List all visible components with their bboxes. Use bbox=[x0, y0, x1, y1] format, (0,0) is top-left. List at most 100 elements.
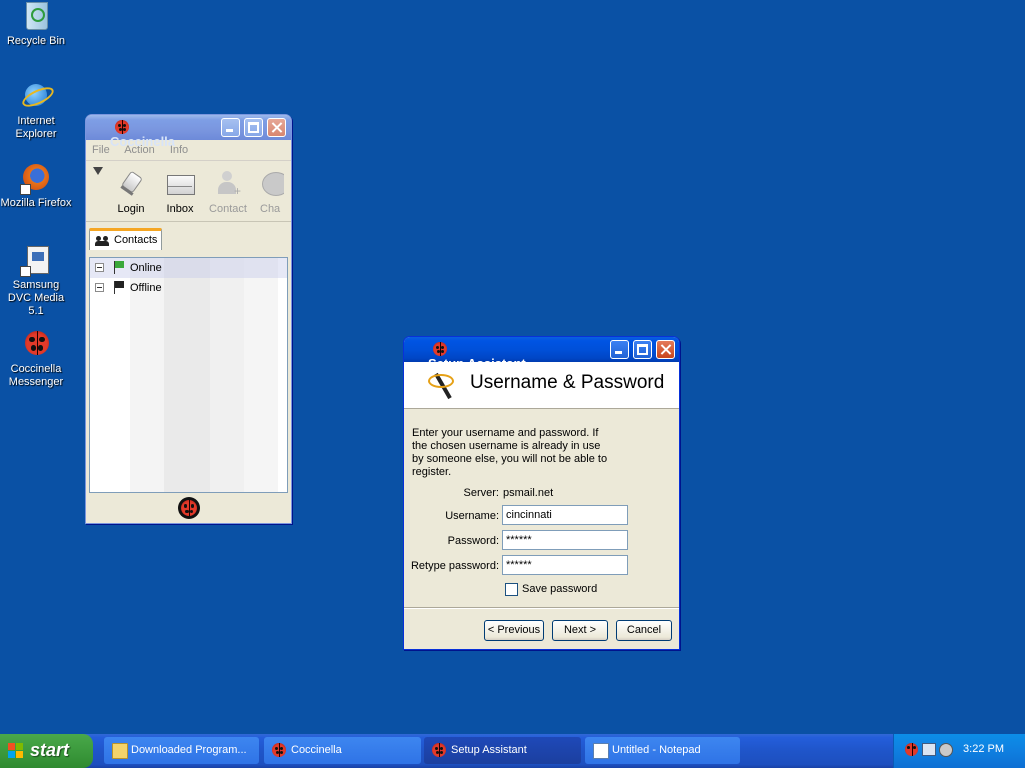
window-title: Coccinella bbox=[110, 134, 176, 149]
add-contact-icon: + bbox=[213, 169, 243, 199]
login-plug-icon bbox=[116, 169, 146, 199]
setup-assistant-window: Setup Assistant Username & Password Ente… bbox=[403, 336, 680, 650]
ladybug-icon bbox=[115, 120, 129, 134]
desktop-icon-label: Coccinella Messenger bbox=[8, 363, 64, 388]
offline-flag-icon bbox=[114, 281, 124, 294]
task-label: Untitled - Notepad bbox=[612, 744, 701, 756]
intro-text: Enter your username and password. If the… bbox=[412, 427, 608, 478]
cancel-button[interactable]: Cancel bbox=[616, 620, 672, 641]
tab-contacts[interactable]: Contacts bbox=[89, 228, 162, 250]
contacts-icon bbox=[95, 236, 110, 246]
ladybug-icon bbox=[272, 743, 286, 757]
online-flag-icon bbox=[114, 261, 124, 274]
server-label: Server: bbox=[463, 487, 499, 499]
tree-group-offline[interactable]: Offline bbox=[90, 278, 287, 298]
maximize-icon bbox=[637, 344, 648, 355]
clock: 3:22 PM bbox=[963, 743, 1004, 755]
speaker-icon[interactable] bbox=[939, 743, 953, 757]
desktop-icon-label: Samsung DVC Media 5.1 bbox=[7, 279, 65, 317]
task-label: Downloaded Program... bbox=[131, 744, 247, 756]
tool-label: Contact bbox=[209, 203, 247, 215]
username-label: Username: bbox=[445, 510, 499, 522]
magic-wand-icon bbox=[426, 370, 456, 400]
server-value: psmail.net bbox=[503, 487, 554, 499]
username-input[interactable]: cincinnati bbox=[502, 505, 628, 525]
tool-label: Inbox bbox=[166, 203, 194, 215]
menu-file[interactable]: File bbox=[92, 144, 110, 156]
folder-icon bbox=[112, 743, 128, 759]
close-button[interactable] bbox=[267, 118, 286, 137]
firefox-icon bbox=[20, 162, 52, 195]
toolbar: Login Inbox + Contact Cha bbox=[86, 160, 291, 221]
ladybug-icon bbox=[20, 328, 52, 360]
start-button[interactable]: start bbox=[0, 734, 93, 768]
chat-icon bbox=[260, 169, 284, 199]
tool-label: Cha bbox=[260, 203, 281, 215]
ladybug-icon bbox=[432, 743, 446, 757]
task-notepad[interactable]: Untitled - Notepad bbox=[585, 737, 740, 764]
minimize-icon bbox=[615, 351, 622, 354]
ladybug-tray-icon[interactable] bbox=[905, 743, 918, 756]
desktop-icon-coccinella-messenger[interactable]: Coccinella Messenger bbox=[0, 328, 72, 389]
desktop-icon-recycle-bin[interactable]: Recycle Bin bbox=[0, 0, 72, 48]
previous-button[interactable]: < Previous bbox=[484, 620, 544, 641]
inbox-button[interactable]: Inbox bbox=[155, 169, 205, 215]
desktop-icon-label: Mozilla Firefox bbox=[0, 197, 72, 209]
network-icon[interactable] bbox=[922, 743, 936, 756]
save-password-checkbox[interactable] bbox=[505, 583, 518, 596]
next-button[interactable]: Next > bbox=[552, 620, 608, 641]
tab-label: Contacts bbox=[114, 234, 158, 246]
recycle-bin-icon bbox=[20, 0, 52, 32]
desktop-icon-samsung-dvc[interactable]: Samsung DVC Media 5.1 bbox=[0, 244, 72, 318]
task-downloaded-programs[interactable]: Downloaded Program... bbox=[104, 737, 259, 764]
tab-bar: Contacts bbox=[86, 221, 291, 250]
chat-button[interactable]: Cha bbox=[250, 169, 284, 215]
collapse-icon[interactable] bbox=[95, 263, 104, 272]
coccinella-titlebar[interactable]: Coccinella bbox=[86, 115, 291, 149]
task-coccinella[interactable]: Coccinella bbox=[264, 737, 421, 764]
notepad-icon bbox=[593, 743, 609, 759]
task-setup-assistant[interactable]: Setup Assistant bbox=[424, 737, 581, 764]
task-label: Setup Assistant bbox=[451, 744, 527, 756]
retype-password-label: Retype password: bbox=[410, 560, 499, 572]
divider bbox=[404, 607, 679, 609]
contact-button[interactable]: + Contact bbox=[203, 169, 253, 215]
wizard-header: Username & Password bbox=[404, 362, 679, 409]
contacts-tree[interactable]: Online Offline bbox=[89, 257, 288, 493]
ladybug-icon bbox=[433, 342, 447, 356]
desktop-icon-label: Internet Explorer bbox=[15, 115, 57, 140]
minimize-icon bbox=[226, 129, 233, 132]
desktop-icon-mozilla-firefox[interactable]: Mozilla Firefox bbox=[0, 162, 72, 210]
minimize-button[interactable] bbox=[610, 340, 629, 359]
password-label: Password: bbox=[447, 535, 499, 547]
coccinella-window: Coccinella File Action Info Login Inbox bbox=[85, 114, 292, 524]
tree-group-online[interactable]: Online bbox=[90, 258, 287, 278]
maximize-button[interactable] bbox=[633, 340, 652, 359]
group-label: Online bbox=[130, 262, 162, 274]
login-button[interactable]: Login bbox=[106, 169, 156, 215]
toolbar-collapse-icon[interactable] bbox=[93, 167, 103, 175]
save-password-label: Save password bbox=[522, 583, 598, 595]
wizard-title: Username & Password bbox=[470, 372, 665, 393]
close-button[interactable] bbox=[656, 340, 675, 359]
maximize-button[interactable] bbox=[244, 118, 263, 137]
setup-titlebar[interactable]: Setup Assistant bbox=[404, 337, 679, 371]
samsung-dvc-icon bbox=[20, 244, 52, 277]
internet-explorer-icon bbox=[19, 80, 57, 112]
group-label: Offline bbox=[130, 282, 162, 294]
task-label: Coccinella bbox=[291, 744, 342, 756]
windows-logo-icon bbox=[8, 743, 24, 759]
ladybug-icon bbox=[181, 500, 197, 516]
status-ladybug-button[interactable] bbox=[178, 497, 200, 519]
taskbar: start Downloaded Program... Coccinella S… bbox=[0, 734, 1025, 768]
system-tray: 3:22 PM bbox=[893, 734, 1025, 768]
inbox-icon bbox=[165, 169, 195, 199]
start-label: start bbox=[30, 740, 70, 760]
desktop-icon-internet-explorer[interactable]: Internet Explorer bbox=[0, 80, 72, 141]
password-input[interactable]: ****** bbox=[502, 530, 628, 550]
minimize-button[interactable] bbox=[221, 118, 240, 137]
collapse-icon[interactable] bbox=[95, 283, 104, 292]
maximize-icon bbox=[248, 122, 259, 133]
retype-password-input[interactable]: ****** bbox=[502, 555, 628, 575]
desktop-icon-label: Recycle Bin bbox=[6, 35, 66, 47]
